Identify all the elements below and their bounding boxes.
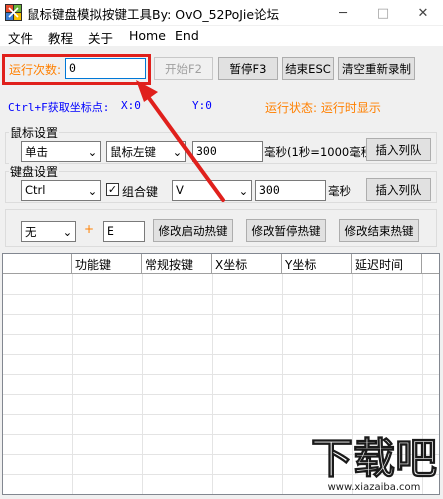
menu-file[interactable]: 文件 [8,28,33,47]
combo-key-label: 组合键 [122,185,159,199]
column-header[interactable]: Y坐标 [282,254,352,274]
grid-row-line [3,314,439,315]
keyboard-settings-title: 键盘设置 [9,163,60,180]
pause-button[interactable]: 暂停F3 [218,57,278,80]
click-type-value: 单击 [25,145,48,159]
hotkey-key-input[interactable]: E [103,221,145,242]
run-count-label: 运行次数: [9,63,62,77]
grid-column-line [282,274,283,494]
key-delay-unit: 毫秒 [328,184,351,198]
mouse-button-select[interactable]: 鼠标左键 ⌄ [106,141,186,162]
minimize-button[interactable]: ─ [323,0,363,26]
row-header-corner [3,254,72,274]
menu-end[interactable]: End [175,28,199,43]
menu-about[interactable]: 关于 [88,28,113,47]
clear-rerecord-button[interactable]: 清空重新录制 [338,57,415,80]
column-header[interactable]: 功能键 [72,254,142,274]
coord-y: Y:0 [192,99,212,112]
modify-end-hotkey-button[interactable]: 修改结束热键 [339,219,419,242]
coords-hint: Ctrl+F获取坐标点: [8,101,110,114]
grid-row-line [3,374,439,375]
window-title: 鼠标键盘模拟按键工具By: OvO_52PoJie论坛 [27,7,280,22]
title-bar[interactable]: 鼠标键盘模拟按键工具By: OvO_52PoJie论坛 ─ □ ✕ [0,0,443,26]
watermark-logo: 下载吧 www.xiazaiba.com [310,434,437,494]
chevron-down-icon: ⌄ [87,183,98,198]
mouse-delay-input[interactable]: 300 [192,141,263,162]
click-type-select[interactable]: 单击 ⌄ [21,141,101,162]
chevron-down-icon: ⌄ [238,183,249,198]
plus-sign: + [84,222,95,236]
run-count-input[interactable]: 0 [65,58,146,79]
column-header[interactable]: 常规按键 [142,254,212,274]
modifier-key-value: Ctrl [25,183,46,197]
end-button[interactable]: 结束ESC [282,57,334,80]
key-select[interactable]: V ⌄ [172,180,252,201]
menu-tutorial[interactable]: 教程 [48,28,73,47]
watermark-url-text: www.xiazaiba.com [328,482,421,493]
grid-row-line [3,354,439,355]
chevron-down-icon: ⌄ [62,224,73,239]
grid-row-line [3,294,439,295]
grid-column-line [142,274,143,494]
menu-home[interactable]: Home [129,28,166,43]
mouse-settings-title: 鼠标设置 [9,124,60,141]
watermark-logo-text: 下载吧 [311,434,437,483]
close-button[interactable]: ✕ [403,0,443,26]
menu-bar: 文件 教程 关于 Home End [0,26,443,46]
grid-column-line [212,274,213,494]
key-value: V [176,183,184,197]
mouse-button-value: 鼠标左键 [110,145,156,159]
grid-column-line [72,274,73,494]
column-header[interactable]: 延迟时间 [352,254,422,274]
column-header[interactable]: X坐标 [212,254,282,274]
mouse-insert-queue-button[interactable]: 插入列队 [366,138,431,161]
chevron-down-icon: ⌄ [172,144,183,159]
combo-key-checkbox[interactable]: ✓ [106,183,119,196]
key-delay-input[interactable]: 300 [255,180,326,201]
maximize-button[interactable]: □ [363,0,403,26]
modify-pause-hotkey-button[interactable]: 修改暂停热键 [246,219,326,242]
mouse-delay-unit: 毫秒(1秒=1000毫秒 [264,145,373,159]
keyboard-insert-queue-button[interactable]: 插入列队 [366,178,431,201]
chevron-down-icon: ⌄ [87,144,98,159]
grid-row-line [3,394,439,395]
column-header-filler [422,254,439,274]
hotkey-modifier-select[interactable]: 无 ⌄ [21,221,76,242]
coord-x: X:0 [121,99,141,112]
modify-start-hotkey-button[interactable]: 修改启动热键 [153,219,233,242]
modifier-key-select[interactable]: Ctrl ⌄ [21,180,101,201]
app-icon [5,4,22,21]
grid-row-line [3,414,439,415]
grid-row-line [3,334,439,335]
start-button[interactable]: 开始F2 [154,57,213,80]
hotkey-modifier-value: 无 [25,225,37,239]
run-status: 运行状态: 运行时显示 [265,101,381,115]
